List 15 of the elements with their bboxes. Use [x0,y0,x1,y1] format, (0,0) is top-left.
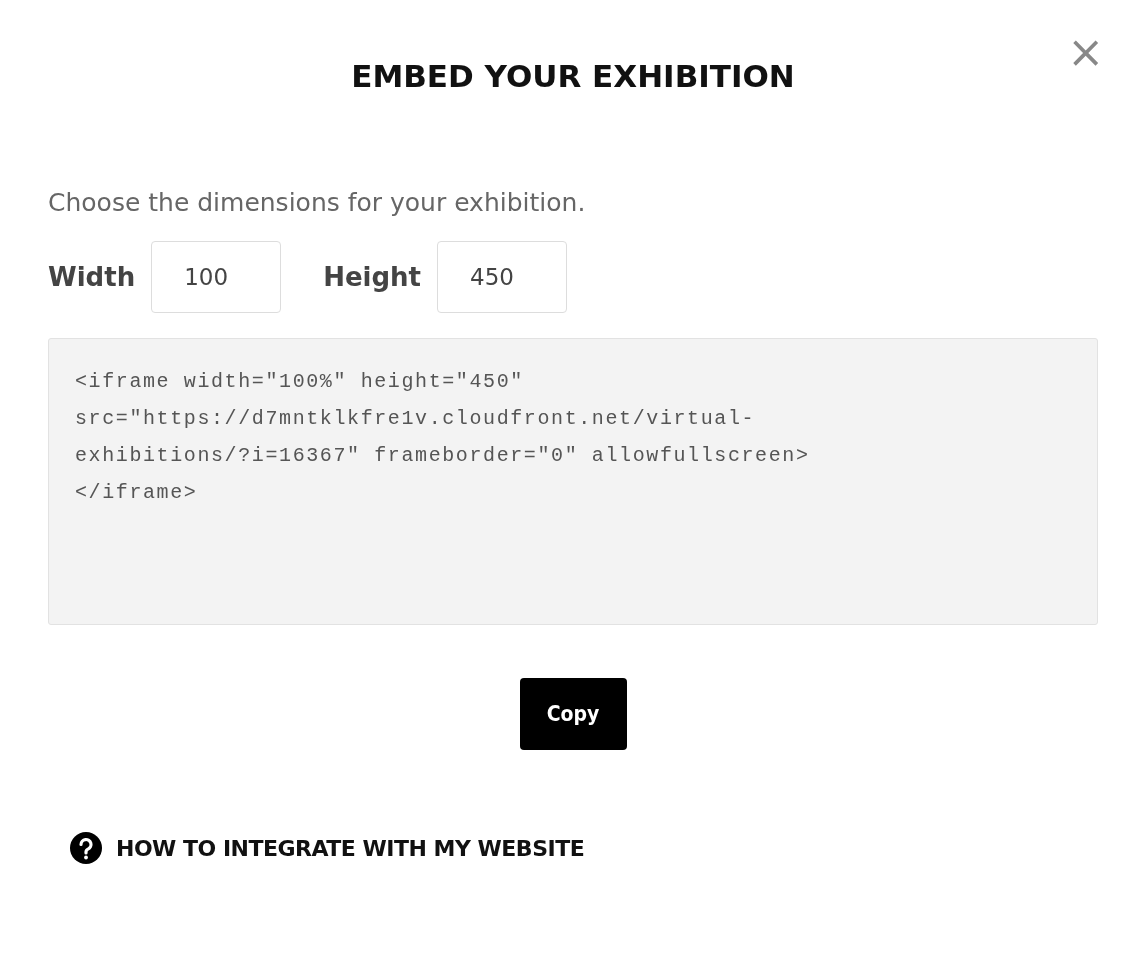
close-button[interactable]: × [1061,30,1110,74]
input-field[interactable]: 450 [437,241,567,313]
field-label: Height [323,262,421,292]
description-text: Choose the dimensions for your exhibition. [48,188,587,217]
help-icon [70,832,102,864]
input-field[interactable]: 100 [151,241,282,313]
code-line: exhibitions/?i=16367" frameborder="0" allowfullscreen> [75,443,811,469]
dialog-title: EMBED YOUR EXHIBITION [351,58,795,94]
code-line: src="https://d7mntklkfre1v.cloudfront.net/virtual- [75,406,757,432]
code-line: <iframe width="100%" height="450" [75,369,525,395]
copy-button[interactable]: Copy [519,678,627,750]
embed-code-area[interactable]: <iframe width="100%" height="450" src="https://d7mntklkfre1v.cloudfront.net/virtual- exhibitions/?i=16367" frameborder="0" allowfullscreen> </iframe> [48,338,1098,625]
help-link[interactable]: HOW TO INTEGRATE WITH MY WEBSITE [116,835,585,861]
field-label: Width [48,262,136,292]
code-line: </iframe> [75,480,199,506]
